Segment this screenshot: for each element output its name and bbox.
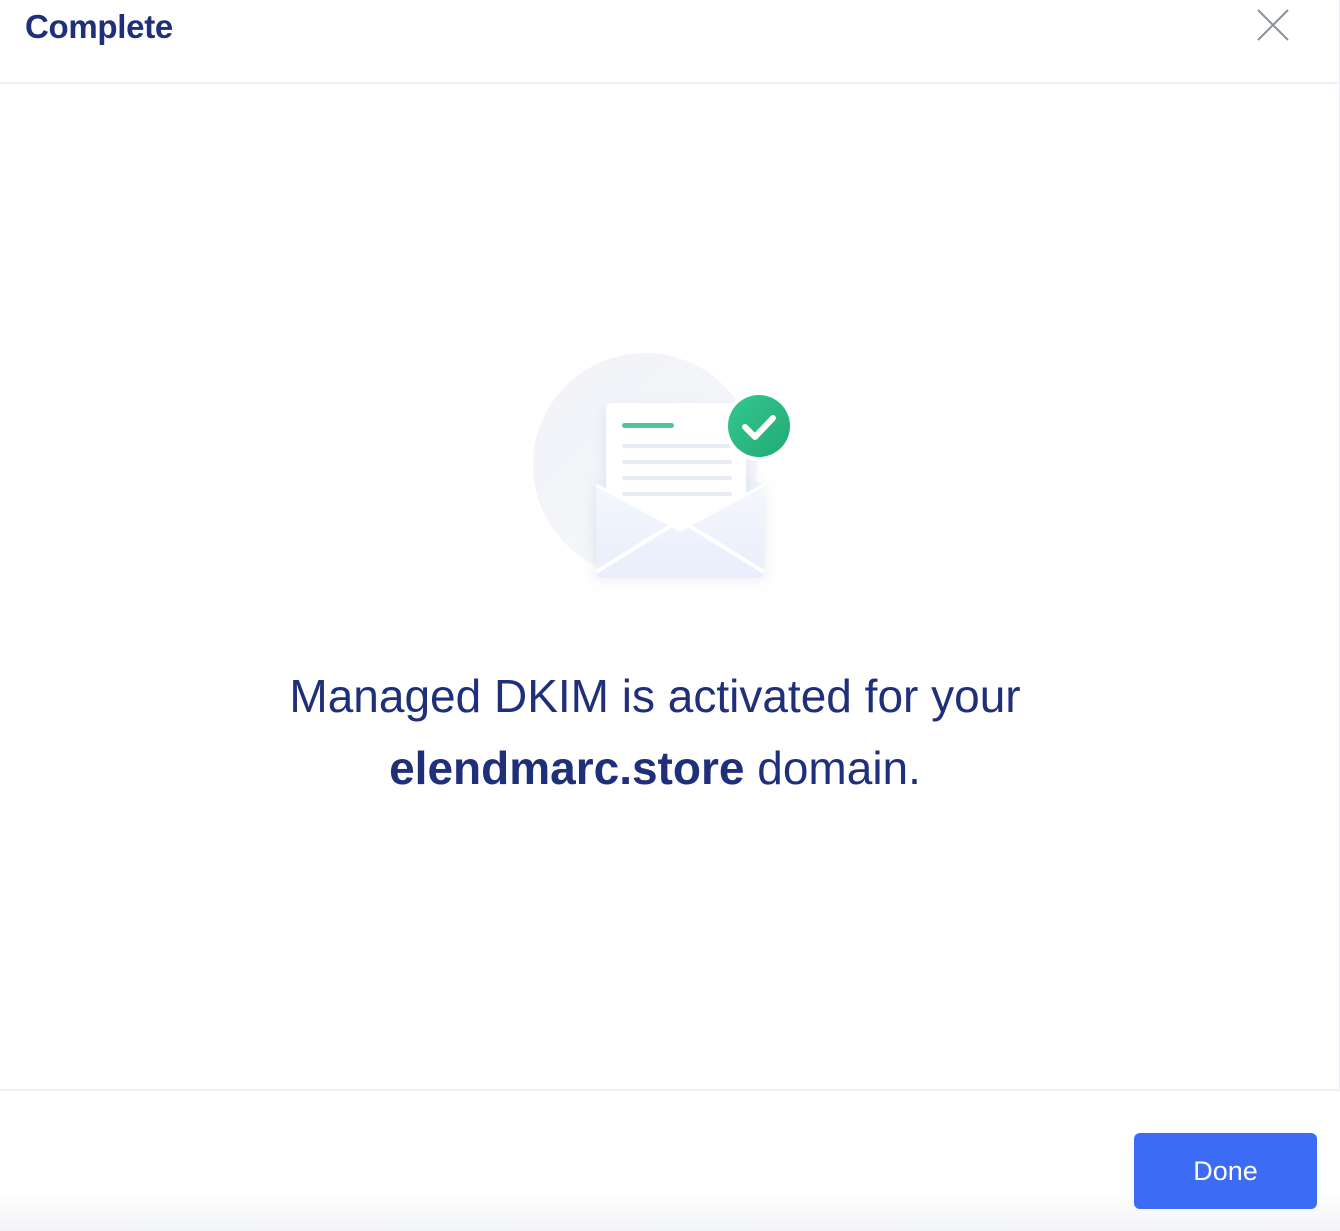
- complete-dialog: Complete Managed DKIM is activated for y…: [0, 0, 1340, 1231]
- message-line-2-suffix: domain.: [744, 742, 921, 794]
- dialog-header: Complete: [0, 0, 1340, 84]
- envelope-check-icon: [533, 353, 794, 578]
- dialog-footer: Done: [0, 1089, 1340, 1231]
- close-icon: [1257, 9, 1289, 41]
- message-line-1: Managed DKIM is activated for your: [289, 670, 1021, 722]
- dialog-title: Complete: [25, 8, 173, 45]
- success-message: Managed DKIM is activated for your elend…: [0, 660, 1310, 804]
- done-button[interactable]: Done: [1134, 1133, 1317, 1209]
- envelope-check-illustration: [530, 350, 800, 600]
- domain-name: elendmarc.store: [389, 742, 745, 794]
- message-line-2: elendmarc.store domain.: [0, 732, 1310, 804]
- close-button[interactable]: [1253, 5, 1293, 45]
